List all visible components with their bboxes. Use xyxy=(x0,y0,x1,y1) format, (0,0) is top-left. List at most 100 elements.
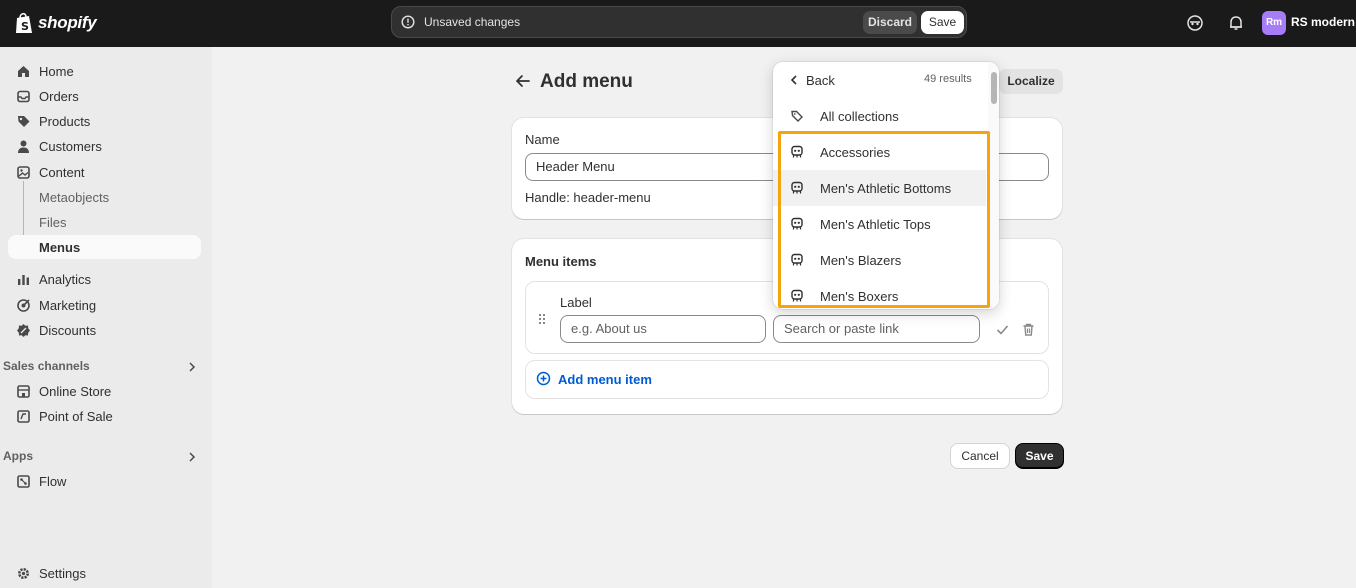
dropdown-item-collection[interactable]: Men's Athletic Bottoms xyxy=(773,170,986,206)
dropdown-item-label: Men's Blazers xyxy=(820,253,902,268)
sidebar-item-label: Products xyxy=(39,114,91,129)
sidebar-item-label: Settings xyxy=(39,566,86,581)
sidebar-item-menus[interactable]: Menus xyxy=(8,235,201,259)
brand-name: shopify xyxy=(38,13,97,32)
discard-button[interactable]: Discard xyxy=(863,11,917,34)
marketing-icon xyxy=(17,299,30,312)
plus-circle-icon xyxy=(536,371,551,386)
sidebar-item-label: Marketing xyxy=(39,298,97,313)
sidebar-item-settings[interactable]: Settings xyxy=(8,561,201,585)
sidebar-item-label: Flow xyxy=(39,474,67,489)
bell-icon[interactable] xyxy=(1227,14,1245,32)
chevron-right-icon[interactable] xyxy=(186,451,198,463)
sidebar-item-label: Orders xyxy=(39,89,79,104)
sidebar-item-label: Metaobjects xyxy=(39,190,110,205)
collection-icon xyxy=(791,145,803,158)
chevron-left-icon xyxy=(790,75,797,85)
drag-handle-icon[interactable] xyxy=(537,313,547,325)
sidebar-item-marketing[interactable]: Marketing xyxy=(8,293,201,317)
dropdown-item-label: All collections xyxy=(820,109,899,124)
page-title: Add menu xyxy=(540,71,633,92)
shopify-logo[interactable]: S shopify xyxy=(14,11,97,35)
sidebar-item-label: Discounts xyxy=(39,323,97,338)
sidebar: Home Orders Products Customers Content M… xyxy=(0,47,212,588)
sidebar-item-flow[interactable]: Flow xyxy=(8,469,201,493)
dropdown-item-collection[interactable]: Men's Athletic Tops xyxy=(773,206,986,242)
top-bar: S shopify Unsaved changes Discard Save R… xyxy=(0,0,1356,47)
sidebar-item-content[interactable]: Content xyxy=(8,160,201,184)
sidebar-item-files[interactable]: Files xyxy=(8,210,201,234)
collection-icon xyxy=(791,217,803,230)
sidebar-item-orders[interactable]: Orders xyxy=(8,84,201,108)
sidebar-item-point-of-sale[interactable]: Point of Sale xyxy=(8,404,201,428)
content-icon xyxy=(17,166,30,179)
sidebar-item-metaobjects[interactable]: Metaobjects xyxy=(8,185,201,209)
scrollbar-thumb[interactable] xyxy=(991,72,997,104)
add-menu-item-button[interactable]: Add menu item xyxy=(525,360,1049,399)
pos-icon xyxy=(17,410,30,423)
sidebar-item-label: Menus xyxy=(39,240,81,255)
dropdown-item-label: Men's Athletic Bottoms xyxy=(820,181,952,196)
trash-icon[interactable] xyxy=(1021,322,1036,337)
dropdown-item-label: Accessories xyxy=(820,145,891,160)
unsaved-changes-bar: Unsaved changes Discard Save xyxy=(391,6,967,38)
avatar[interactable]: Rm xyxy=(1262,11,1286,35)
sidebar-item-label: Online Store xyxy=(39,384,112,399)
link-picker-dropdown: Back 49 results All collections Accessor… xyxy=(773,62,999,309)
home-icon xyxy=(18,66,29,77)
sidebar-item-online-store[interactable]: Online Store xyxy=(8,379,201,403)
svg-text:S: S xyxy=(21,20,29,33)
sidebar-item-label: Analytics xyxy=(39,272,92,287)
label-field-label: Label xyxy=(560,295,592,310)
orders-icon xyxy=(17,90,30,103)
collection-tags-icon xyxy=(791,110,803,122)
alert-circle-icon xyxy=(401,15,415,29)
save-button[interactable]: Save xyxy=(1016,444,1063,468)
store-name[interactable]: RS modern xyxy=(1291,15,1355,29)
sidebar-item-analytics[interactable]: Analytics xyxy=(8,267,201,291)
collection-icon xyxy=(791,253,803,266)
add-menu-item-label: Add menu item xyxy=(558,372,652,387)
dropdown-item-collection[interactable]: Accessories xyxy=(773,134,986,170)
gear-icon xyxy=(18,568,29,579)
chevron-right-icon[interactable] xyxy=(186,361,198,373)
sidebar-item-label: Point of Sale xyxy=(39,409,113,424)
sales-channels-heading: Sales channels xyxy=(3,359,90,373)
sidebar-item-home[interactable]: Home xyxy=(8,59,201,83)
person-icon xyxy=(18,140,29,153)
back-row[interactable]: Back 49 results xyxy=(773,62,986,98)
discount-icon xyxy=(17,324,30,337)
shopify-bag-icon: S xyxy=(16,12,32,33)
label-input[interactable]: e.g. About us xyxy=(560,315,766,343)
sidebar-item-discounts[interactable]: Discounts xyxy=(8,318,201,342)
back-label: Back xyxy=(806,73,835,88)
dropdown-item-collection[interactable]: Men's Blazers xyxy=(773,242,986,278)
link-input[interactable]: Search or paste link xyxy=(773,315,980,343)
sidebar-item-label: Content xyxy=(39,165,85,180)
results-count: 49 results xyxy=(924,73,972,85)
dropdown-item-label: Men's Boxers xyxy=(820,289,899,304)
cancel-button[interactable]: Cancel xyxy=(951,444,1009,468)
sidekick-icon[interactable] xyxy=(1186,14,1204,32)
sidebar-item-label: Files xyxy=(39,215,67,230)
dropdown-item-label: Men's Athletic Tops xyxy=(820,217,931,232)
localize-button[interactable]: Localize xyxy=(999,69,1063,94)
sidebar-item-label: Home xyxy=(39,64,74,79)
dropdown-item-all-collections[interactable]: All collections xyxy=(773,98,986,134)
store-icon xyxy=(17,385,30,398)
handle-text: Handle: header-menu xyxy=(525,190,651,205)
name-label: Name xyxy=(525,132,560,147)
top-save-button[interactable]: Save xyxy=(921,11,964,34)
sidebar-item-label: Customers xyxy=(39,139,102,154)
checkmark-icon[interactable] xyxy=(995,322,1010,337)
unsaved-changes-text: Unsaved changes xyxy=(424,15,521,29)
dropdown-item-collection[interactable]: Men's Boxers xyxy=(773,278,986,309)
sidebar-item-customers[interactable]: Customers xyxy=(8,134,201,158)
sidebar-item-products[interactable]: Products xyxy=(8,109,201,133)
collection-icon xyxy=(791,181,803,194)
flow-icon xyxy=(17,475,30,488)
back-arrow-icon[interactable] xyxy=(514,72,532,90)
apps-heading: Apps xyxy=(3,449,33,463)
products-tag-icon xyxy=(18,116,30,127)
menu-items-title: Menu items xyxy=(525,254,597,269)
